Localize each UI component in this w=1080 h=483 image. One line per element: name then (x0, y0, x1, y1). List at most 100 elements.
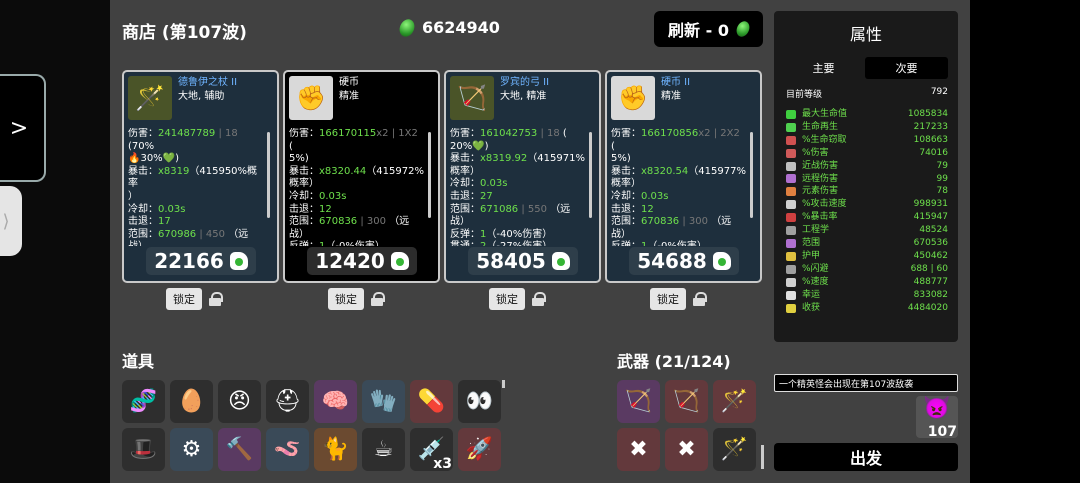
currency-amount: 6624940 (422, 18, 500, 37)
attribute-row: %闪避 688 | 60 (786, 263, 948, 276)
card-name: 罗宾的弓 II (500, 77, 550, 88)
coffee-icon: ☕ (373, 437, 394, 462)
shop-card[interactable]: ✊ 硬币 II 精准 伤害：166170856x2 | 2X2 (5%) 暴击：x… (605, 70, 762, 283)
attribute-row: %攻击速度 998931 (786, 198, 948, 211)
price-value: 12420 (315, 249, 385, 273)
stat-part: 伤害： (289, 128, 319, 139)
stat-part: 161042753 (480, 128, 538, 139)
item-slot[interactable]: ⛑ (266, 380, 309, 423)
stat-line: 反弹：1（-0%伤害） (289, 241, 424, 246)
stat-part: （-0%伤害） (647, 241, 706, 246)
stat-part: 暴击： (289, 165, 319, 177)
item-slot[interactable]: 😠 (218, 380, 261, 423)
weapon-slot[interactable]: ✖ (617, 428, 660, 471)
stat-line: 暴击：x8320.54（415977% (611, 166, 746, 179)
item-slot[interactable]: ☕ (362, 428, 405, 471)
card-scrollbar[interactable] (750, 132, 753, 218)
stat-part: 暴击： (128, 165, 158, 177)
card-scrollbar[interactable] (589, 132, 592, 218)
fist-icon: ✊ (611, 76, 655, 120)
stat-part: | 300 (357, 216, 390, 228)
shop-screen: 商店 (第107波) 6624940 刷新 - 0 🪄 德鲁伊之杖 II 大地,… (110, 0, 970, 483)
stat-line: 20%💚) (450, 141, 585, 154)
weapons-scrollbar[interactable] (761, 445, 764, 469)
expand-arrow-icon[interactable]: > (0, 74, 46, 182)
attribute-name: %闪避 (802, 263, 829, 274)
stat-part: ( (611, 140, 615, 152)
attributes-tabs: 主要 次要 (782, 57, 948, 79)
item-slot[interactable]: 🧬 (122, 380, 165, 423)
attribute-name: 护甲 (802, 250, 821, 261)
stat-part: 670836 (641, 216, 680, 228)
shop-card[interactable]: 🏹 罗宾的弓 II 大地, 精准 伤害：161042753 | 18 (20%💚… (444, 70, 601, 283)
item-slot[interactable]: 🧤 (362, 380, 405, 423)
card-scrollbar[interactable] (267, 132, 270, 218)
weapon-slot[interactable]: 🏹 (665, 380, 708, 423)
stat-part: 击退： (611, 203, 641, 215)
items-scrollbar[interactable] (502, 380, 505, 388)
attribute-value: 450462 (913, 250, 948, 261)
weapon-slot[interactable]: 🪄 (713, 380, 756, 423)
attribute-icon (786, 200, 796, 210)
stat-part: 反弹： (289, 241, 319, 246)
lock-button[interactable]: 锁定 (650, 288, 686, 310)
item-slot[interactable]: 💉 x3 (410, 428, 453, 472)
angry-egg-icon: 😠 (228, 389, 251, 414)
stat-part: （-0%伤害） (325, 241, 384, 246)
lock-row: 锁定 (166, 288, 223, 310)
stat-part: (70% (128, 140, 155, 152)
stat-part: x2 | 1X2 (376, 128, 418, 139)
lock-button[interactable]: 锁定 (328, 288, 364, 310)
gear-icon: ⚙ (181, 437, 202, 462)
item-slot[interactable]: ⚙ (170, 428, 213, 471)
padlock-icon (692, 292, 707, 306)
item-slot[interactable]: 🔨 (218, 428, 261, 471)
lock-button[interactable]: 锁定 (489, 288, 525, 310)
refresh-button[interactable]: 刷新 - 0 (654, 11, 763, 47)
attribute-row: %暴击率 415947 (786, 211, 948, 224)
weapon-slot[interactable]: ✖ (665, 428, 708, 471)
item-slot[interactable]: 🧠 (314, 380, 357, 423)
stat-part: 17 (158, 216, 171, 228)
attribute-icon (786, 213, 796, 223)
attribute-row: 工程学 48524 (786, 224, 948, 237)
stat-part: 20% (450, 140, 473, 152)
lock-row: 锁定 (489, 288, 546, 310)
stat-line: 暴击：x8319（415950%概率 (128, 166, 263, 191)
shop-card[interactable]: 🪄 德鲁伊之杖 II 大地, 辅助 伤害：241487789 | 18 (70%… (122, 70, 279, 283)
lock-row: 锁定 (650, 288, 707, 310)
item-slot[interactable]: 💊 (410, 380, 453, 423)
go-button[interactable]: 出发 (774, 443, 958, 471)
pill-icon: 💊 (417, 389, 446, 414)
tab-primary[interactable]: 主要 (782, 57, 865, 79)
attribute-row: 元素伤害 78 (786, 185, 948, 198)
stat-part: x8319.92 (480, 153, 528, 165)
attribute-name: 范围 (802, 238, 821, 249)
shop-card[interactable]: ✊ 硬币 精准 伤害：166170115x2 | 1X2 (5%) 暴击：x832… (283, 70, 440, 283)
item-slot[interactable]: 🪱 (266, 428, 309, 471)
stat-part: 击退： (450, 190, 480, 202)
card-tags: 大地, 精准 (500, 91, 547, 102)
side-tab-handle[interactable]: ⟩ (0, 186, 22, 256)
attribute-value: 217233 (913, 121, 948, 132)
weapon-slot[interactable]: 🪄 (713, 428, 756, 471)
price-tag: 12420 (307, 247, 417, 275)
weapon-slot[interactable]: 🏹 (617, 380, 660, 423)
item-slot[interactable]: 🥚 (170, 380, 213, 423)
item-slot[interactable]: 👀 (458, 380, 501, 423)
lock-row: 锁定 (328, 288, 385, 310)
card-scrollbar[interactable] (428, 132, 431, 218)
item-slot[interactable]: 🐈 (314, 428, 357, 471)
shop-title: 商店 (第107波) (122, 23, 247, 43)
rocket-icon: 🚀 (465, 437, 494, 462)
item-slot[interactable]: 🎩 (122, 428, 165, 471)
item-slot[interactable]: 🚀 (458, 428, 501, 471)
attribute-icon (786, 264, 796, 274)
staff-icon: 🪄 (720, 437, 749, 462)
stat-line: 冷却：0.03s (289, 191, 424, 204)
wave-message: 一个精英怪会出现在第107波敌袭 (774, 374, 958, 392)
stat-line: 击退：27 (450, 191, 585, 204)
stat-part: 反弹： (611, 241, 641, 246)
lock-button[interactable]: 锁定 (166, 288, 202, 310)
tab-secondary[interactable]: 次要 (865, 57, 948, 79)
